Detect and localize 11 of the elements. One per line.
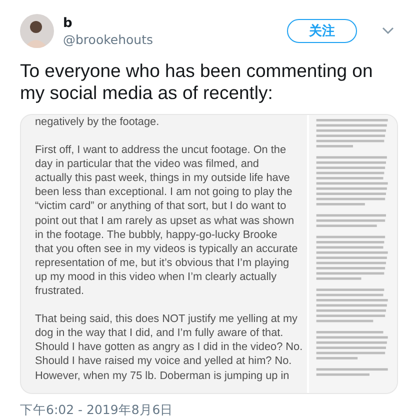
paragraph: First off, I want to address the uncut footage. On the day in particular that the video was filmed, and actually this past week, things in my outside life have been less than exceptional. I am not going to play the “victim card” or anything of that sort, but I do want to point out that I am rarely as upset as what was shown in the footage. The bubbly, happy-go-lucky Brooke that you often see in my videos is typically an accurate representation of me, but it’s obvious that I’m playing up my mood in this video when I’m clearly actually frustrated. — [35, 143, 298, 298]
tweet-text: To everyone who has been commenting on my social media as of recently: — [20, 60, 374, 104]
follow-button[interactable]: 关注 — [287, 19, 357, 43]
avatar[interactable] — [20, 14, 54, 48]
display-name[interactable]: b — [63, 16, 278, 30]
timestamp[interactable]: 下午6:02 - 2019年8月6日 — [20, 402, 398, 417]
paragraph: negatively by the footage. — [35, 115, 160, 130]
paragraph: That being said, this does NOT justify me yelling at my dog in the way that I did, and I’m fully aware of that. Should I have gotten as angry as I did in the video? No. Should I have raised my voice and yelled at him? No. However, when my 75 lb. Doberman is jumping up in — [35, 312, 303, 383]
attached-image[interactable] — [20, 114, 398, 394]
username[interactable]: @brookehouts — [63, 32, 278, 46]
chevron-down-icon[interactable] — [382, 27, 394, 35]
